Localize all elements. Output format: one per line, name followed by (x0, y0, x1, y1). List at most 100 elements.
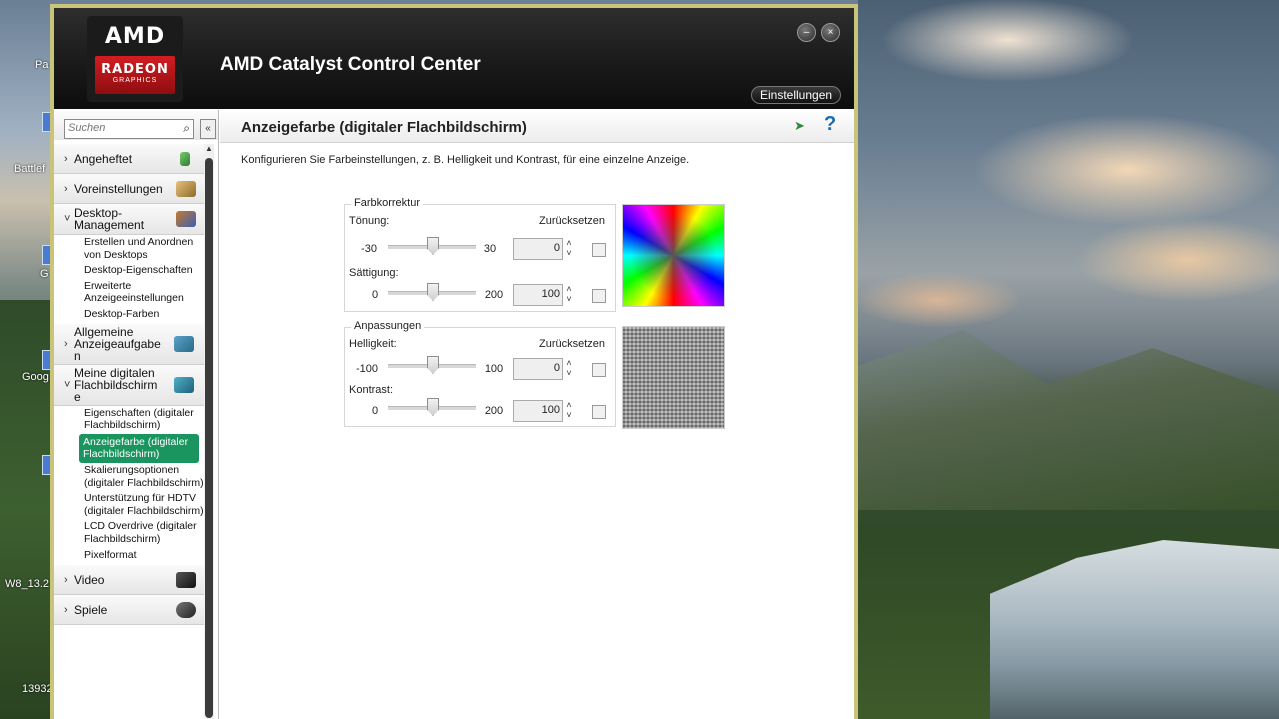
nav-item-anzeigefarbe[interactable]: Anzeigefarbe (digitaler Flachbildschirm) (79, 433, 199, 463)
chevron-right-icon: › (64, 337, 68, 350)
nav-item-desktop-farben[interactable]: Desktop-Farben (54, 307, 204, 324)
category-label: Meine digitalen Flachbildschirm e (74, 365, 158, 404)
category-angeheftet[interactable]: › Angeheftet (54, 144, 204, 174)
brightness-stepper-icon[interactable]: ˄ ˅ (563, 358, 575, 380)
collapse-sidebar-button[interactable]: « (200, 119, 216, 139)
brightness-min: -100 (355, 363, 379, 375)
window-header: AMD RADEON GRAPHICS AMD Catalyst Control… (54, 8, 854, 109)
category-video[interactable]: › Video (54, 565, 204, 596)
desktop-management-icon (176, 211, 196, 227)
hue-slider-thumb[interactable] (427, 237, 439, 255)
brightness-slider-thumb[interactable] (427, 356, 439, 374)
contrast-stepper-icon[interactable]: ˄ ˅ (563, 400, 575, 422)
brightness-max: 100 (484, 363, 504, 375)
saturation-value[interactable] (514, 285, 562, 303)
display-tasks-icon (174, 335, 194, 352)
desktop-icon-label[interactable]: 13932 (22, 683, 53, 695)
nav-item-erweiterte-anzeigeeinstellungen[interactable]: Erweiterte Anzeigeeinstellungen (54, 279, 204, 307)
contrast-max: 200 (484, 405, 504, 417)
contrast-min: 0 (371, 405, 379, 417)
nav-item-erstellen-anordnen[interactable]: Erstellen und Anordnen von Desktops (54, 235, 204, 263)
page-header: Anzeigefarbe (digitaler Flachbildschirm)… (220, 110, 854, 143)
chevron-right-icon: › (64, 182, 68, 195)
desktop-icon-label[interactable]: Pa (35, 59, 48, 71)
desktop-icon-label[interactable]: G (40, 268, 49, 280)
saturation-max: 200 (484, 289, 504, 301)
desktop-icon-label[interactable]: W8_13.2 (5, 578, 49, 590)
chevron-right-icon: › (64, 152, 68, 165)
logo-radeon-badge: RADEON GRAPHICS (95, 56, 175, 94)
adjustments-group: Anpassungen Helligkeit: Zurücksetzen -10… (344, 320, 616, 427)
contrast-checkbox[interactable] (592, 405, 606, 419)
help-icon[interactable]: ? (824, 113, 836, 136)
nav-item-pixelformat[interactable]: Pixelformat (54, 548, 204, 566)
search-input[interactable] (65, 120, 179, 136)
saturation-checkbox[interactable] (592, 289, 606, 303)
logo-radeon-text: RADEON (101, 62, 169, 77)
color-correction-group: Farbkorrektur Tönung: Zurücksetzen -30 3… (344, 197, 616, 312)
category-voreinstellungen[interactable]: › Voreinstellungen (54, 174, 204, 204)
chevron-right-icon: › (64, 573, 68, 586)
chevron-right-icon: › (64, 603, 68, 616)
category-digitale-flachbildschirme[interactable]: ˅ Meine digitalen Flachbildschirm e (54, 364, 204, 406)
saturation-min: 0 (371, 289, 379, 301)
contrast-input[interactable] (513, 400, 563, 422)
nav-item-hdtv-unterstuetzung[interactable]: Unterstützung für HDTV (digitaler Flachb… (54, 491, 204, 519)
contrast-value[interactable] (514, 401, 562, 419)
hue-value[interactable] (514, 239, 562, 257)
saturation-input[interactable] (513, 284, 563, 306)
amd-radeon-logo: AMD RADEON GRAPHICS (87, 16, 183, 102)
hue-checkbox[interactable] (592, 243, 606, 257)
catalyst-window: AMD RADEON GRAPHICS AMD Catalyst Control… (50, 4, 858, 719)
reset-color-link[interactable]: Zurücksetzen (539, 215, 605, 227)
chevron-down-icon: ˅ (64, 213, 71, 225)
category-allgemeine-anzeigeaufgaben[interactable]: › Allgemeine Anzeigeaufgabe n (54, 323, 204, 365)
nav-item-eigenschaften[interactable]: Eigenschaften (digitaler Flachbildschirm… (54, 406, 204, 434)
sidebar-scrollbar[interactable]: ▲ (204, 144, 214, 719)
brightness-checkbox[interactable] (592, 363, 606, 377)
nav-item-skalierungsoptionen[interactable]: Skalierungsoptionen (digitaler Flachbild… (54, 463, 204, 491)
sidebar: ⌕ « › Angeheftet › Voreinstellungen ˅ De… (54, 110, 219, 719)
category-label: Voreinstellungen (74, 181, 163, 196)
nav-item-desktop-eigenschaften[interactable]: Desktop-Eigenschaften (54, 263, 204, 279)
saturation-stepper-icon[interactable]: ˄ ˅ (563, 284, 575, 306)
category-label: Video (74, 572, 105, 587)
sidebar-nav: › Angeheftet › Voreinstellungen ˅ Deskto… (54, 144, 204, 626)
category-label: Angeheftet (74, 151, 133, 166)
page-description: Konfigurieren Sie Farbeinstellungen, z. … (241, 154, 690, 166)
saturation-slider-thumb[interactable] (427, 283, 439, 301)
desktop-icon-label[interactable]: Goog (22, 371, 49, 383)
desktop-icon-label[interactable]: Battlef (14, 163, 45, 175)
logo-amd-text: AMD (104, 24, 166, 49)
sidebar-toolbar: ⌕ « (54, 110, 218, 140)
reset-adjustments-link[interactable]: Zurücksetzen (539, 338, 605, 350)
page-title: Anzeigefarbe (digitaler Flachbildschirm) (241, 119, 527, 136)
pin-page-icon[interactable]: ➤ (794, 118, 812, 133)
hue-max: 30 (483, 243, 497, 255)
search-box[interactable]: ⌕ (64, 119, 194, 139)
minimize-button[interactable]: – (797, 23, 816, 42)
logo-graphics-text: GRAPHICS (112, 77, 158, 84)
video-camera-icon (176, 571, 196, 588)
search-icon[interactable]: ⌕ (183, 121, 190, 136)
group-legend: Farbkorrektur (351, 197, 424, 209)
contrast-slider-thumb[interactable] (427, 398, 439, 416)
scrollbar-thumb[interactable] (205, 158, 213, 718)
category-spiele[interactable]: › Spiele (54, 595, 204, 626)
category-label: Spiele (74, 602, 108, 617)
nav-item-lcd-overdrive[interactable]: LCD Overdrive (digitaler Flachbildschirm… (54, 519, 204, 547)
brightness-value[interactable] (514, 359, 562, 377)
brightness-label: Helligkeit: (349, 338, 397, 350)
contrast-label: Kontrast: (349, 384, 394, 396)
close-button[interactable]: × (821, 23, 840, 42)
gamepad-icon (176, 601, 196, 618)
category-desktop-management[interactable]: ˅ Desktop- Management (54, 204, 204, 235)
scroll-up-icon[interactable]: ▲ (204, 144, 214, 156)
settings-button[interactable]: Einstellungen (751, 86, 842, 104)
hue-input[interactable] (513, 238, 563, 260)
color-preview-image (622, 204, 725, 307)
hue-stepper-icon[interactable]: ˄ ˅ (563, 238, 575, 260)
group-legend: Anpassungen (351, 320, 425, 332)
hue-label: Tönung: (349, 215, 390, 227)
brightness-input[interactable] (513, 358, 563, 380)
